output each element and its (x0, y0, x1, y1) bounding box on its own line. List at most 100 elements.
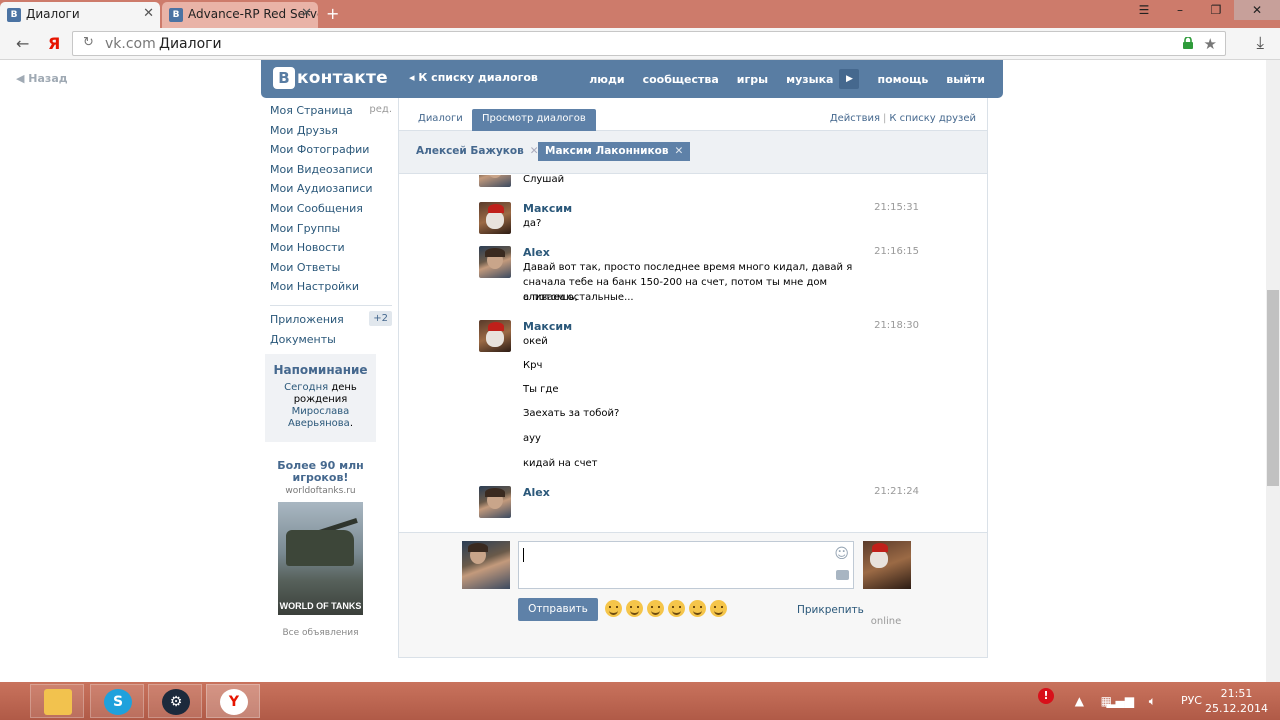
sidebar-item-messages[interactable]: Мои Сообщения (270, 202, 396, 222)
yandex-icon[interactable]: Я (48, 34, 60, 53)
vk-page: ◀ Назад В контакте ◂ К списку диалогов л… (0, 60, 1280, 682)
folder-icon (44, 689, 72, 715)
taskbar-skype[interactable]: S (90, 684, 144, 718)
emoji-kiss-icon[interactable] (710, 600, 727, 617)
avatar[interactable] (479, 202, 511, 234)
avatar[interactable] (479, 320, 511, 352)
avatar[interactable] (479, 246, 511, 278)
all-ads-link[interactable]: Все объявления (265, 628, 376, 638)
peer-avatar[interactable] (863, 541, 911, 589)
url-field[interactable]: ↻ vk.com Диалоги ★ (72, 31, 1226, 56)
vk-logo[interactable]: В контакте (273, 67, 388, 89)
emoji-relieved-icon[interactable] (605, 600, 622, 617)
nav-games[interactable]: игры (737, 73, 768, 86)
close-tab-icon[interactable]: ✕ (301, 6, 312, 21)
nav-music[interactable]: музыка (786, 73, 833, 86)
sidebar-item-settings[interactable]: Мои Настройки (270, 280, 396, 300)
avatar[interactable] (479, 175, 511, 187)
friends-list-link[interactable]: К списку друзей (889, 113, 976, 124)
emoji-bar (605, 600, 731, 617)
compose-area: ☺ (399, 532, 987, 598)
smile-icon[interactable]: ☺ (834, 546, 849, 562)
sidebar-item-videos[interactable]: Мои Видеозаписи (270, 163, 396, 183)
emoji-wink-icon[interactable] (647, 600, 664, 617)
remove-icon[interactable]: ✕ (674, 145, 683, 157)
nav-communities[interactable]: сообщества (643, 73, 719, 86)
tab-view-dialogs[interactable]: Просмотр диалогов (472, 109, 596, 131)
steam-icon: ⚙ (162, 689, 190, 715)
vk-icon: В (169, 8, 183, 22)
actions-link[interactable]: Действия (830, 113, 880, 124)
sidebar-item-apps[interactable]: Приложения +2 (270, 310, 396, 333)
sidebar-item-my-page[interactable]: Моя Страница ред. (270, 104, 396, 124)
tab-dialogs[interactable]: В Диалоги ✕ (0, 2, 160, 28)
vk-logo-text: контакте (297, 68, 388, 88)
new-tab-button[interactable]: + (326, 4, 339, 23)
nav-logout[interactable]: выйти (946, 73, 985, 86)
play-icon[interactable]: ▶ (839, 69, 860, 89)
avatar[interactable] (479, 486, 511, 518)
sidebar-item-groups[interactable]: Мои Группы (270, 222, 396, 242)
minimize-button[interactable]: – (1162, 0, 1198, 20)
back-to-dialogs-link[interactable]: ◂ К списку диалогов (409, 71, 538, 84)
message: Максим 21:18:30 окей Крч Ты где Заехать … (479, 320, 919, 480)
dialog-actions: Действия | К списку друзей (830, 113, 976, 124)
message-time: 21:18:30 (874, 320, 919, 331)
sidebar-item-audio[interactable]: Мои Аудиозаписи (270, 182, 396, 202)
bookmark-star-icon[interactable]: ★ (1204, 35, 1217, 53)
message-input[interactable]: ☺ (518, 541, 854, 589)
menu-icon[interactable]: ☰ (1126, 0, 1162, 20)
back-link[interactable]: ◀ Назад (16, 72, 68, 85)
message-author[interactable]: Alex (523, 486, 550, 499)
participant-chip[interactable]: Алексей Бажуков ✕ (409, 142, 546, 161)
tab-dialogs[interactable]: Диалоги (408, 109, 473, 131)
message-history[interactable]: Слушай Максим 21:15:31 да? Alex 21:16:15… (399, 175, 987, 532)
emoji-unamused-icon[interactable] (626, 600, 643, 617)
signal-icon[interactable]: ▂▄▆ (1106, 694, 1134, 708)
sidebar-item-documents[interactable]: Документы (270, 333, 396, 353)
ad-title[interactable]: Более 90 млн игроков! (265, 460, 376, 484)
edit-link[interactable]: ред. (369, 104, 392, 115)
reload-icon[interactable]: ↻ (83, 35, 94, 50)
page-scrollbar[interactable] (1266, 60, 1280, 682)
birthday-person-link[interactable]: Мирослава Аверьянова (288, 406, 350, 429)
participant-chip-active[interactable]: Максим Лаконников ✕ (538, 142, 691, 161)
sidebar-item-photos[interactable]: Мои Фотографии (270, 143, 396, 163)
message: Alex 21:16:15 Давай вот так, просто посл… (479, 246, 919, 310)
message-author[interactable]: Максим (523, 320, 572, 333)
taskbar-steam[interactable]: ⚙ (148, 684, 202, 718)
close-tab-icon[interactable]: ✕ (143, 6, 154, 21)
camera-icon[interactable] (836, 570, 849, 580)
windows-taskbar: S ⚙ Y ! ▲ ▦ ▂▄▆ 🔈︎ РУС 21:51 25.12.2014 (0, 682, 1280, 720)
message-text: кидай на счет (523, 458, 598, 469)
tab-advance-rp[interactable]: В Advance-RP Red Server ✕ (162, 2, 318, 28)
download-icon[interactable]: ⤓ (1256, 33, 1264, 53)
taskbar-explorer[interactable] (30, 684, 84, 718)
ad-block[interactable]: Более 90 млн игроков! worldoftanks.ru WO… (265, 460, 376, 639)
clock[interactable]: 21:51 25.12.2014 (1205, 686, 1268, 716)
my-avatar[interactable] (462, 541, 510, 589)
nav-help[interactable]: помощь (877, 73, 928, 86)
ad-image[interactable]: WORLD OF TANKS (278, 502, 363, 615)
world-of-tanks-logo: WORLD OF TANKS (279, 601, 362, 611)
sidebar-item-friends[interactable]: Мои Друзья (270, 124, 396, 144)
close-window-button[interactable]: ✕ (1234, 0, 1280, 20)
sidebar-item-answers[interactable]: Мои Ответы (270, 261, 396, 281)
volume-icon[interactable]: 🔈︎ (1149, 694, 1156, 709)
emoji-heart-eyes-icon[interactable] (689, 600, 706, 617)
tray-expand-icon[interactable]: ▲ (1075, 694, 1084, 708)
alert-icon[interactable]: ! (1038, 688, 1054, 704)
nav-people[interactable]: люди (589, 73, 624, 86)
taskbar-yandex-browser[interactable]: Y (206, 684, 260, 718)
message-author[interactable]: Максим (523, 202, 572, 215)
sidebar-item-news[interactable]: Мои Новости (270, 241, 396, 261)
emoji-laugh-icon[interactable] (668, 600, 685, 617)
attach-link[interactable]: Прикрепить (797, 604, 864, 616)
message-author[interactable]: Alex (523, 246, 550, 259)
back-arrow-icon[interactable]: ← (16, 34, 29, 53)
today-link[interactable]: Сегодня (284, 382, 328, 393)
send-button[interactable]: Отправить (518, 598, 598, 621)
maximize-button[interactable]: ❐ (1198, 0, 1234, 20)
input-language[interactable]: РУС (1181, 694, 1202, 707)
scrollbar-thumb[interactable] (1267, 290, 1279, 486)
